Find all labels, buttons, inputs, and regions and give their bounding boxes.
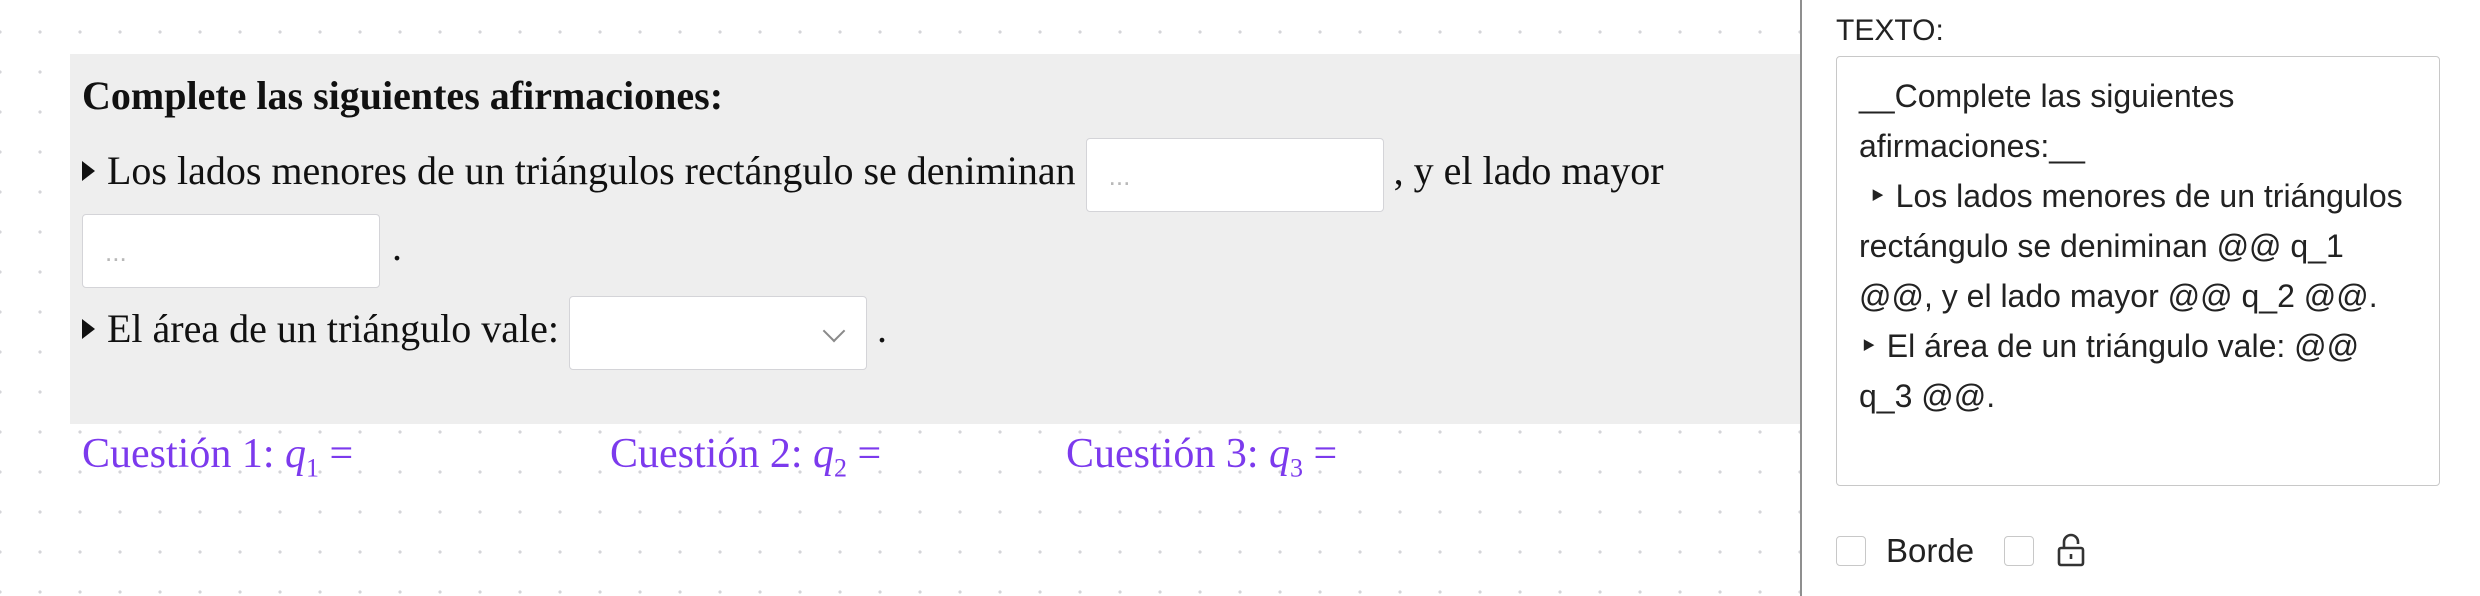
cuestion-1-sub: 1 xyxy=(306,453,320,483)
answer-field-q1[interactable]: ... xyxy=(1085,138,1384,212)
statement-1-after: , y el lado mayor xyxy=(1393,148,1664,194)
answer-field-q2[interactable]: ... xyxy=(82,214,380,288)
statement-1-text: Los lados menores de un triángulos rectá… xyxy=(107,148,1076,194)
lock-icon xyxy=(2057,533,2085,567)
cuestion-1-text: Cuestión 1: xyxy=(82,431,275,477)
cuestion-2-var: q xyxy=(813,431,835,477)
properties-panel: TEXTO: __Complete las siguientes afirmac… xyxy=(1800,0,2480,596)
block-title: Complete las siguientes afirmaciones: xyxy=(82,73,724,118)
cuestion-3-label: Cuestión 3: q3 = xyxy=(1066,430,1337,483)
triangle-right-icon xyxy=(82,319,95,339)
texto-textarea[interactable]: __Complete las siguientes afirmaciones:_… xyxy=(1836,56,2440,486)
statement-2: El área de un triángulo vale:. xyxy=(82,296,887,370)
cuestion-2-eq: = xyxy=(857,431,882,477)
canvas[interactable]: Complete las siguientes afirmaciones: Lo… xyxy=(0,0,1800,596)
cuestion-2-sub: 2 xyxy=(834,453,848,483)
text-block[interactable]: Complete las siguientes afirmaciones: Lo… xyxy=(70,54,1800,424)
statement-1: Los lados menores de un triángulos rectá… xyxy=(82,138,1664,212)
lock-checkbox[interactable] xyxy=(2004,536,2034,566)
chevron-down-icon xyxy=(822,319,846,343)
cuestion-1-var: q xyxy=(285,431,307,477)
cuestion-3-text: Cuestión 3: xyxy=(1066,431,1259,477)
cuestion-3-sub: 3 xyxy=(1290,453,1304,483)
cuestion-1-label: Cuestión 1: q1 = xyxy=(82,430,353,483)
cuestion-2-label: Cuestión 2: q2 = xyxy=(610,430,881,483)
statement-1-continuation: .... xyxy=(82,214,402,288)
statement-2-end: . xyxy=(877,306,888,352)
texto-label: TEXTO: xyxy=(1836,14,1944,47)
answer-select-q3[interactable] xyxy=(569,296,868,370)
cuestion-2-text: Cuestión 2: xyxy=(610,431,803,477)
cuestion-3-var: q xyxy=(1269,431,1291,477)
borde-checkbox[interactable] xyxy=(1836,536,1866,566)
statement-2-text: El área de un triángulo vale: xyxy=(107,306,560,352)
statement-1-end: . xyxy=(392,224,402,270)
cuestion-3-eq: = xyxy=(1313,431,1338,477)
triangle-right-icon xyxy=(82,161,95,181)
cuestion-1-eq: = xyxy=(329,431,354,477)
borde-label: Borde xyxy=(1886,532,1975,569)
